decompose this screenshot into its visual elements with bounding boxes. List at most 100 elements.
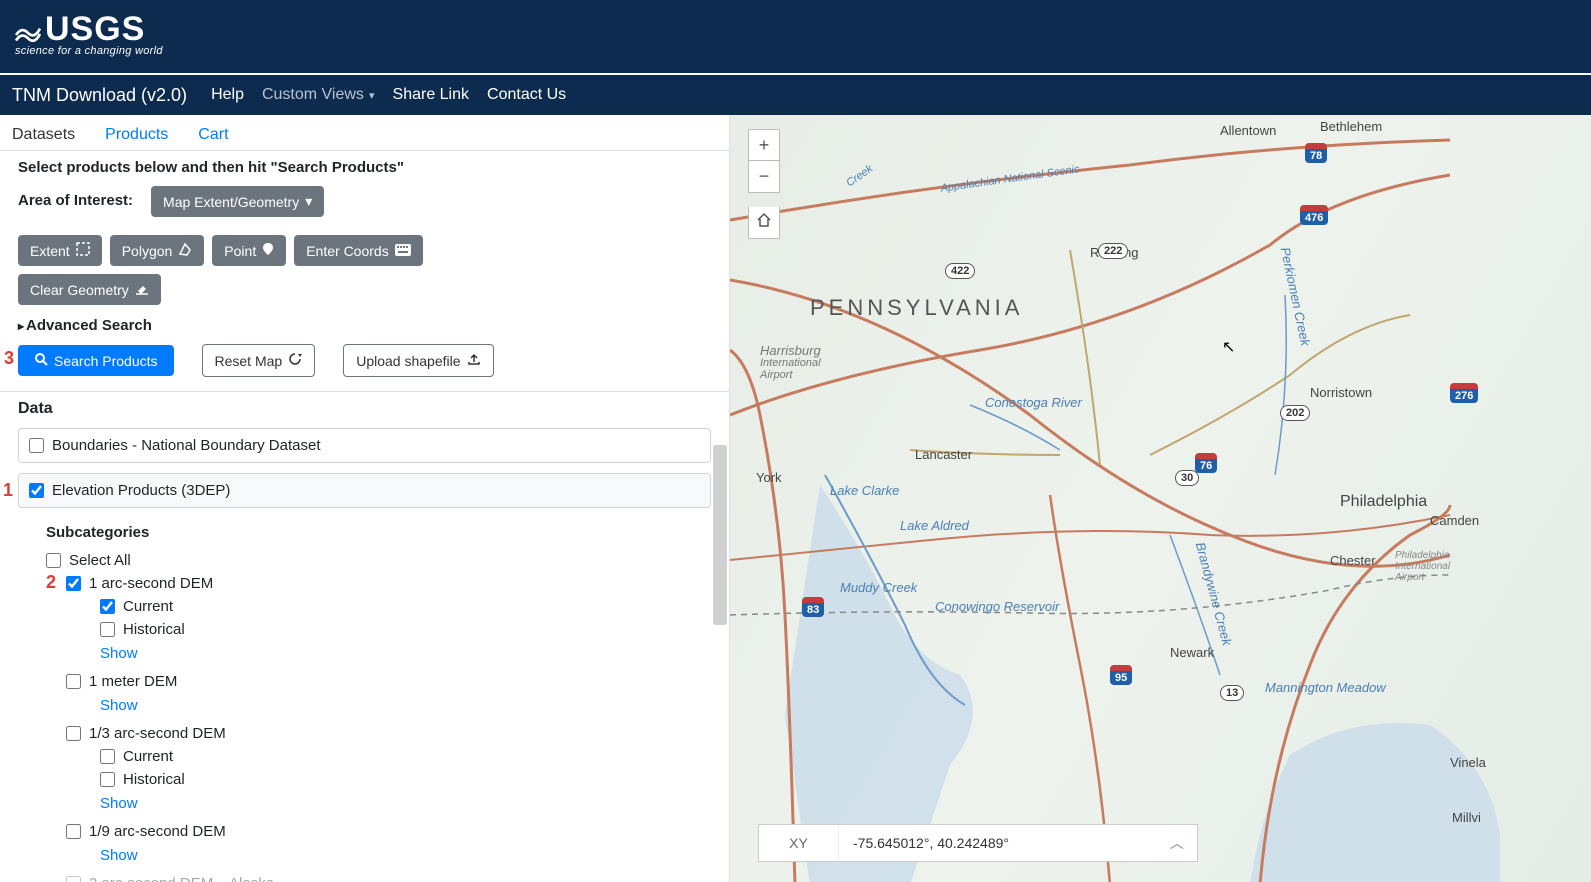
- map-label-conowingo: Conowingo Reservoir: [935, 599, 1059, 614]
- nav-contact-us[interactable]: Contact Us: [487, 86, 566, 104]
- mouse-cursor-icon: ↖: [1222, 337, 1235, 357]
- coord-expand-toggle[interactable]: ︿: [1157, 833, 1197, 853]
- map-label-lancaster: Lancaster: [915, 447, 972, 462]
- shield-i276: 276: [1450, 383, 1478, 403]
- coordinate-bar[interactable]: XY -75.645012°, 40.242489° ︿: [758, 824, 1198, 862]
- shield-i78: 78: [1305, 143, 1327, 163]
- one-arc-current-row[interactable]: Current: [100, 595, 699, 618]
- map-label-camden: Camden: [1430, 513, 1479, 528]
- usgs-logo-text: USGS: [45, 10, 145, 49]
- tab-cart[interactable]: Cart: [198, 126, 228, 150]
- step-3-badge: 3: [4, 348, 14, 369]
- nav-custom-views[interactable]: Custom Views ▾: [262, 86, 375, 104]
- map-label-conestoga: Conestoga River: [985, 395, 1082, 410]
- eraser-icon: [135, 281, 149, 298]
- usgs-wave-icon: [15, 17, 41, 43]
- upload-icon: [467, 352, 481, 369]
- caret-down-icon: ▾: [366, 90, 375, 102]
- third-arc-historical-row[interactable]: Historical: [100, 768, 699, 791]
- nav-help[interactable]: Help: [211, 86, 244, 104]
- map-label-bethlehem: Bethlehem: [1320, 119, 1382, 134]
- polygon-button[interactable]: Polygon: [110, 235, 205, 266]
- map-label-harrisburg: Harrisburg: [760, 343, 821, 358]
- one-meter-row[interactable]: 1 meter DEM: [66, 670, 699, 693]
- zoom-in-button[interactable]: +: [748, 129, 780, 161]
- map-label-chester: Chester: [1330, 553, 1376, 568]
- step-1-badge: 1: [3, 480, 13, 501]
- select-all-row[interactable]: Select All: [46, 549, 699, 572]
- coord-mode-label[interactable]: XY: [759, 825, 839, 861]
- app-title: TNM Download (v2.0): [12, 85, 187, 106]
- third-arc-historical-checkbox[interactable]: [100, 772, 115, 787]
- upload-shapefile-button[interactable]: Upload shapefile: [343, 344, 493, 377]
- search-products-button[interactable]: Search Products: [18, 345, 174, 376]
- shield-i76: 76: [1195, 453, 1217, 473]
- map-label-muddy: Muddy Creek: [840, 580, 917, 595]
- shield-us30: 30: [1175, 470, 1199, 486]
- map-label-philadelphia: Philadelphia: [1340, 493, 1427, 511]
- map-label-state: PENNSYLVANIA: [810, 295, 1023, 321]
- usgs-logo: USGS science for a changing world: [15, 10, 163, 57]
- clear-geometry-button[interactable]: Clear Geometry: [18, 274, 161, 305]
- extent-button[interactable]: Extent: [18, 235, 102, 266]
- dataset-elevation[interactable]: 1 Elevation Products (3DEP): [18, 473, 711, 508]
- enter-coords-button[interactable]: Enter Coords: [294, 235, 422, 266]
- shield-us202: 202: [1280, 405, 1310, 421]
- two-arc-alaska-row[interactable]: 2 arc-second DEM – Alaska: [66, 872, 699, 882]
- aoi-dropdown[interactable]: Map Extent/Geometry ▾: [151, 186, 324, 217]
- elevation-checkbox[interactable]: [29, 483, 44, 498]
- third-arc-row[interactable]: 1/3 arc-second DEM: [66, 722, 699, 745]
- one-arc-checkbox[interactable]: [66, 576, 81, 591]
- shield-us222: 222: [1098, 243, 1128, 259]
- third-arc-checkbox[interactable]: [66, 726, 81, 741]
- map-label-hia2: Airport: [760, 369, 792, 381]
- map-label-norristown: Norristown: [1310, 385, 1372, 400]
- map-panel[interactable]: + − PENNSYLVANIA Allentown Bethlehem Rea…: [730, 115, 1591, 882]
- third-arc-show-link[interactable]: Show: [100, 791, 699, 820]
- dataset-boundaries[interactable]: Boundaries - National Boundary Dataset: [18, 428, 711, 463]
- search-icon: [34, 352, 48, 369]
- tab-datasets[interactable]: Datasets: [12, 126, 75, 150]
- advanced-search-toggle[interactable]: ▸Advanced Search: [18, 317, 711, 334]
- two-arc-alaska-checkbox[interactable]: [66, 876, 81, 882]
- chevron-up-icon: ︿: [1170, 835, 1184, 851]
- shield-us422: 422: [945, 263, 975, 279]
- data-section-header: Data: [18, 400, 711, 418]
- subcategories-title: Subcategories: [46, 524, 699, 541]
- instruction-text: Select products below and then hit "Sear…: [18, 159, 711, 176]
- nav-bar: TNM Download (v2.0) Help Custom Views ▾ …: [0, 75, 1591, 115]
- tab-bar: Datasets Products Cart: [0, 115, 729, 151]
- one-arc-show-link[interactable]: Show: [100, 641, 699, 670]
- step-2-badge: 2: [46, 572, 56, 593]
- reset-map-button[interactable]: Reset Map: [202, 344, 316, 377]
- minus-icon: −: [759, 166, 770, 187]
- extent-icon: [76, 242, 90, 259]
- home-icon: [756, 212, 772, 233]
- scrollbar-thumb[interactable]: [713, 445, 727, 625]
- one-arc-row[interactable]: 2 1 arc-second DEM: [66, 572, 699, 595]
- ninth-arc-show-link[interactable]: Show: [100, 843, 699, 872]
- aoi-label: Area of Interest:: [18, 186, 133, 209]
- tab-products[interactable]: Products: [105, 126, 168, 150]
- one-meter-show-link[interactable]: Show: [100, 693, 699, 722]
- point-button[interactable]: Point: [212, 235, 286, 266]
- one-arc-current-checkbox[interactable]: [100, 599, 115, 614]
- one-arc-historical-row[interactable]: Historical: [100, 618, 699, 641]
- third-arc-current-checkbox[interactable]: [100, 749, 115, 764]
- zoom-out-button[interactable]: −: [748, 161, 780, 193]
- boundaries-checkbox[interactable]: [29, 438, 44, 453]
- nav-share-link[interactable]: Share Link: [393, 86, 470, 104]
- map-label-vineland: Vinela: [1450, 755, 1486, 770]
- select-all-checkbox[interactable]: [46, 553, 61, 568]
- shield-i476: 476: [1300, 205, 1328, 225]
- shield-i95: 95: [1110, 665, 1132, 685]
- third-arc-current-row[interactable]: Current: [100, 745, 699, 768]
- one-meter-checkbox[interactable]: [66, 674, 81, 689]
- polygon-icon: [178, 242, 192, 259]
- one-arc-historical-checkbox[interactable]: [100, 622, 115, 637]
- ninth-arc-checkbox[interactable]: [66, 824, 81, 839]
- map-label-newark: Newark: [1170, 645, 1214, 660]
- home-extent-button[interactable]: [748, 207, 780, 239]
- ninth-arc-row[interactable]: 1/9 arc-second DEM: [66, 820, 699, 843]
- map-label-allentown: Allentown: [1220, 123, 1276, 138]
